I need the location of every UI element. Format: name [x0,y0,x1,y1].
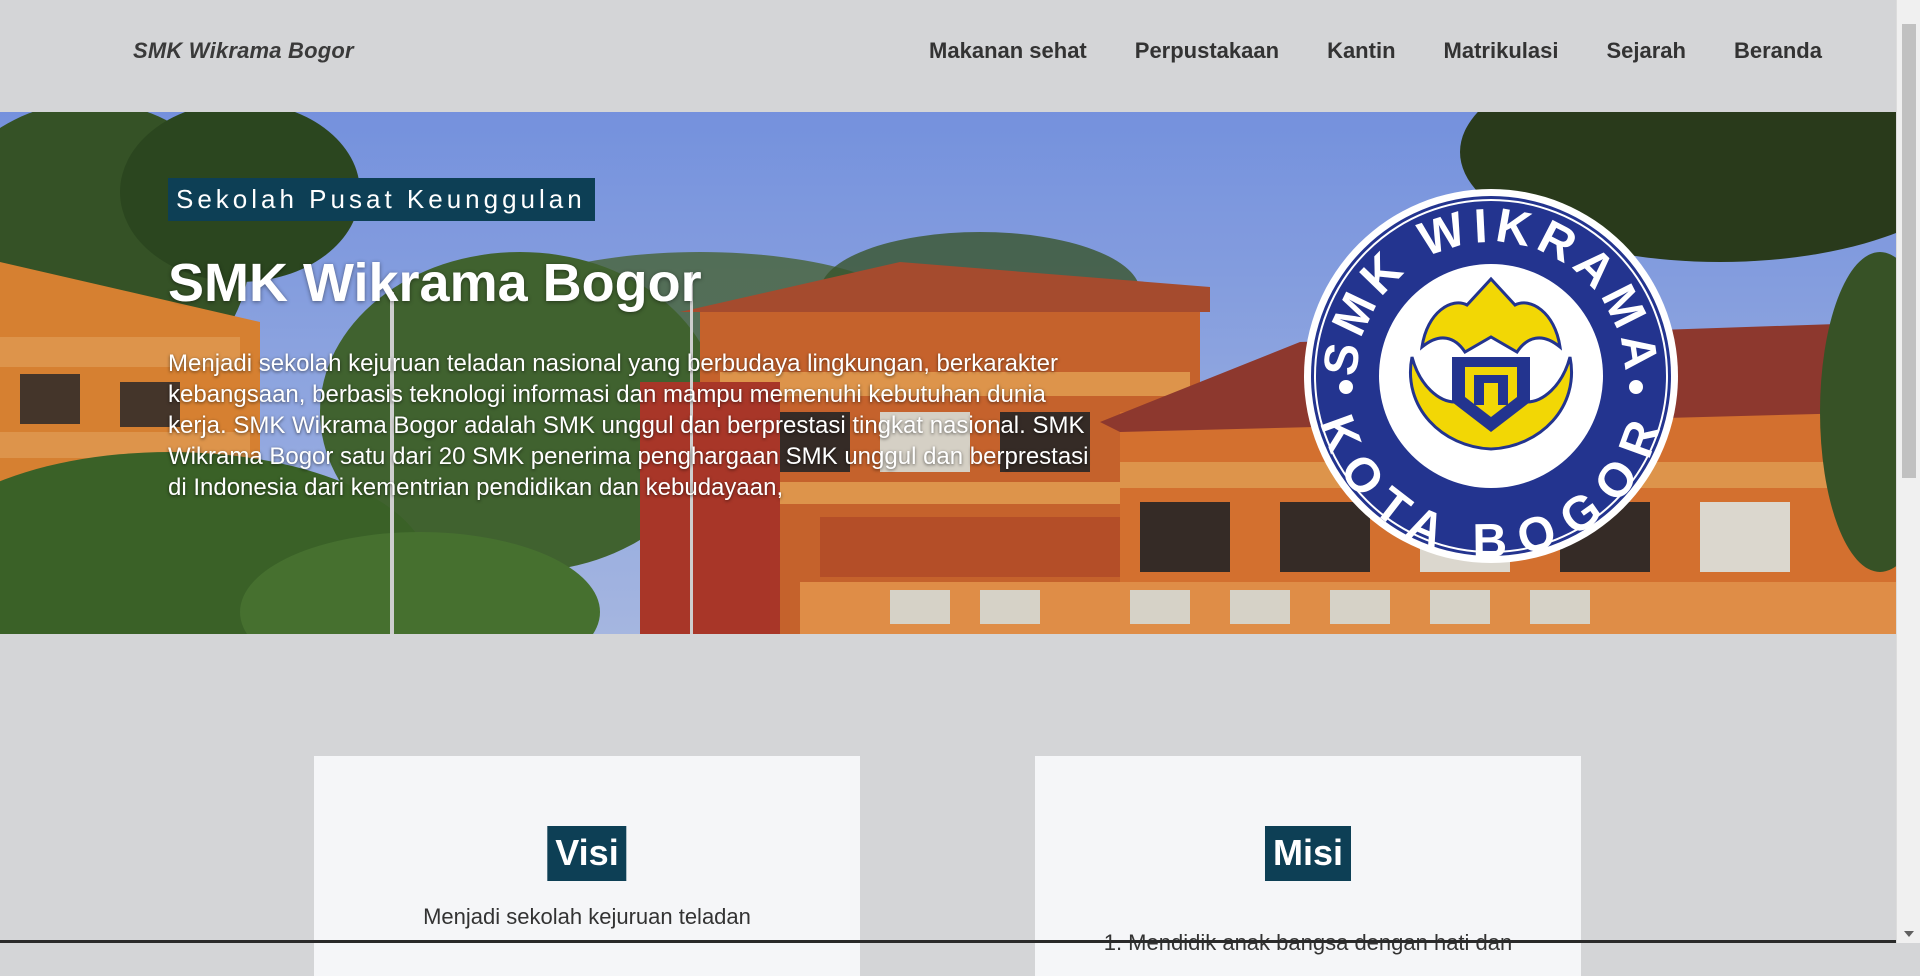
scroll-down-arrow-icon[interactable] [1904,931,1914,937]
scrollbar-thumb[interactable] [1902,24,1916,478]
misi-text: 1. Mendidik anak bangsa dengan hati dan [1035,930,1581,956]
misi-card: Misi 1. Mendidik anak bangsa dengan hati… [1035,756,1581,976]
hero-description: Menjadi sekolah kejuruan teladan nasiona… [168,350,1089,501]
nav-link-matrikulasi[interactable]: Matrikulasi [1444,38,1559,64]
nav-link-sejarah[interactable]: Sejarah [1606,38,1686,64]
visi-heading: Visi [547,826,627,881]
vertical-scrollbar[interactable] [1896,0,1920,943]
hero-tagline: Sekolah Pusat Keunggulan [168,178,595,221]
hero-section: Sekolah Pusat Keunggulan SMK Wikrama Bog… [0,112,1896,634]
nav-link-beranda[interactable]: Beranda [1734,38,1822,64]
hero-title: SMK Wikrama Bogor [168,253,702,313]
misi-heading: Misi [1264,826,1352,881]
visi-card: Visi Menjadi sekolah kejuruan teladan [314,756,860,976]
nav-link-kantin[interactable]: Kantin [1327,38,1395,64]
nav-link-perpustakaan[interactable]: Perpustakaan [1135,38,1279,64]
visi-text: Menjadi sekolah kejuruan teladan [423,904,751,929]
brand-name[interactable]: SMK Wikrama Bogor [133,38,354,64]
nav-links: Makanan sehat Perpustakaan Kantin Matrik… [929,38,1822,64]
nav-link-makanan-sehat[interactable]: Makanan sehat [929,38,1087,64]
school-logo: SMK WIKRAMA KOTA BOGOR [1304,189,1678,565]
navbar: SMK Wikrama Bogor Makanan sehat Perpusta… [0,0,1896,112]
